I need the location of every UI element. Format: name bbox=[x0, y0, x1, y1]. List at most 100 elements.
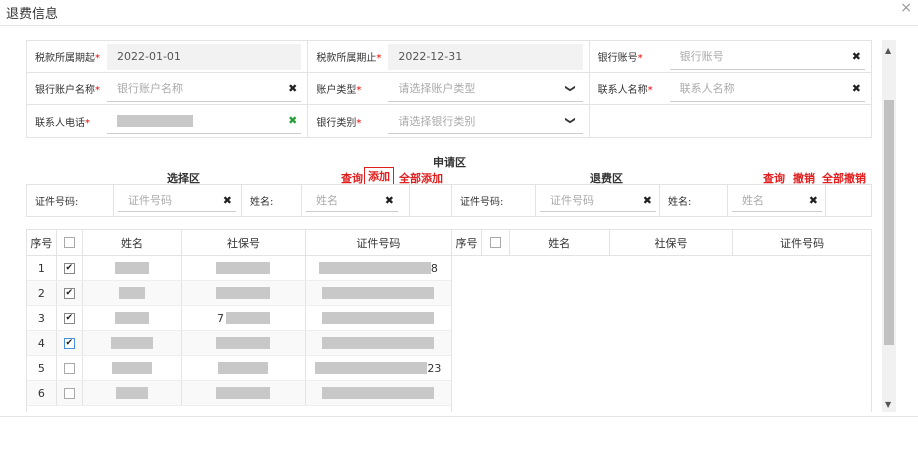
form-input[interactable]: 联系人名称 ✖ bbox=[669, 76, 865, 102]
form-label-text: 银行账户名称 bbox=[35, 85, 95, 96]
cert-cell: 23 bbox=[306, 356, 451, 380]
footer-divider bbox=[0, 416, 918, 417]
redacted-ssn bbox=[225, 312, 270, 324]
refund-name-label-cell: 姓名: bbox=[660, 185, 728, 216]
row-checkbox[interactable]: ✔ bbox=[63, 312, 75, 324]
select-all-checkbox[interactable] bbox=[489, 237, 501, 248]
table-row[interactable]: 6 bbox=[27, 381, 451, 406]
vertical-scrollbar[interactable]: ▲ ▼ bbox=[882, 40, 896, 412]
form-input[interactable]: 银行账号 ✖ bbox=[669, 44, 865, 70]
form-cell: 联系人名称* 联系人名称 ✖ bbox=[590, 73, 871, 104]
select-cert-input-cell: 证件号码 ✖ bbox=[114, 185, 242, 216]
row-checkbox[interactable] bbox=[63, 362, 75, 374]
form-input-value: 2022-12-31 bbox=[398, 50, 463, 63]
required-mark: * bbox=[647, 85, 653, 96]
redacted-cert bbox=[322, 337, 435, 349]
select-name-label: 姓名: bbox=[250, 197, 274, 208]
refund-cert-label-cell: 证件号码: bbox=[452, 185, 536, 216]
refund-table: 序号 姓名 社保号 证件号码 bbox=[452, 229, 872, 412]
row-checkbox[interactable]: ✔ bbox=[63, 287, 75, 299]
name-cell bbox=[83, 356, 183, 380]
redacted-name bbox=[115, 312, 149, 324]
row-checkbox-cell[interactable] bbox=[57, 356, 83, 380]
cert-cell: 8 bbox=[306, 256, 451, 280]
clear-icon[interactable]: ✖ bbox=[223, 194, 232, 207]
form-input: 2022-12-31 bbox=[388, 43, 583, 70]
refund-form: 税款所属期起* 2022-01-01 税款所属期止* 2022-12-31 银行账号* 银… bbox=[26, 40, 872, 138]
form-row: 银行账户名称 * 银行账户名称 ✖ 账户类型* 请选择账户类型 ❯ 联系人名称* 联系人名称 ✖ bbox=[27, 73, 871, 105]
select-all-checkbox[interactable] bbox=[63, 237, 75, 248]
required-mark: * bbox=[95, 53, 100, 64]
refund-name-placeholder: 姓名 bbox=[742, 194, 764, 207]
redacted-cert bbox=[322, 287, 435, 299]
clear-icon[interactable]: ✖ bbox=[385, 194, 394, 207]
clear-icon[interactable]: ✖ bbox=[809, 194, 818, 207]
scrollbar-thumb[interactable] bbox=[884, 100, 894, 345]
table-row[interactable]: 2 ✔ bbox=[27, 281, 451, 306]
form-label: 账户类型* bbox=[308, 81, 388, 96]
required-mark: * bbox=[376, 53, 382, 64]
form-cell: 联系人电话* ✖ bbox=[27, 105, 309, 137]
refund-cert-input[interactable]: 证件号码 ✖ bbox=[540, 190, 656, 212]
close-icon[interactable]: × bbox=[900, 0, 912, 16]
column-header[interactable] bbox=[57, 230, 83, 255]
form-input[interactable]: 请选择账户类型 ❯ bbox=[388, 76, 583, 102]
scroll-down-icon[interactable]: ▼ bbox=[885, 400, 891, 409]
row-checkbox[interactable] bbox=[63, 387, 75, 399]
search-spacer bbox=[410, 185, 452, 216]
form-row: 联系人电话* ✖ 银行类别* 请选择银行类别 ❯ bbox=[27, 105, 871, 137]
form-input-placeholder: 请选择银行类别 bbox=[398, 114, 476, 128]
clear-icon[interactable]: ✖ bbox=[852, 82, 861, 95]
row-checkbox-cell[interactable]: ✔ bbox=[57, 331, 83, 355]
column-header: 社保号 bbox=[610, 230, 734, 255]
row-checkbox[interactable]: ✔ bbox=[63, 262, 75, 274]
redacted-name bbox=[116, 387, 148, 399]
table-row[interactable]: 5 23 bbox=[27, 356, 451, 381]
scroll-up-icon[interactable]: ▲ bbox=[885, 46, 891, 55]
clear-icon[interactable]: ✖ bbox=[288, 82, 297, 95]
select-cert-label: 证件号码: bbox=[35, 197, 79, 208]
form-input: 2022-01-01 bbox=[107, 43, 302, 70]
column-header[interactable] bbox=[482, 230, 510, 255]
ssn-visible: 7 bbox=[216, 311, 224, 325]
select-name-label-cell: 姓名: bbox=[242, 185, 302, 216]
row-checkbox[interactable]: ✔ bbox=[63, 337, 75, 349]
column-header: 姓名 bbox=[510, 230, 610, 255]
refund-name-input[interactable]: 姓名 ✖ bbox=[732, 190, 822, 212]
table-row[interactable]: 4 ✔ bbox=[27, 331, 451, 356]
select-name-input-cell: 姓名 ✖ bbox=[302, 185, 410, 216]
row-number: 3 bbox=[27, 306, 57, 330]
column-header: 社保号 bbox=[182, 230, 306, 255]
form-label-text: 联系人电话 bbox=[35, 117, 85, 129]
title-divider bbox=[0, 25, 918, 26]
dialog-body[interactable]: 税款所属期起* 2022-01-01 税款所属期止* 2022-12-31 银行账号* 银… bbox=[0, 40, 878, 412]
form-input[interactable]: ✖ bbox=[107, 108, 302, 134]
select-cert-label-cell: 证件号码: bbox=[27, 185, 114, 216]
form-input[interactable]: 请选择银行类别 ❯ bbox=[388, 108, 583, 134]
select-name-input[interactable]: 姓名 ✖ bbox=[306, 190, 398, 212]
table-row[interactable]: 3 ✔ 7 bbox=[27, 306, 451, 331]
form-label: 联系人名称* bbox=[590, 81, 670, 96]
required-mark: * bbox=[637, 53, 643, 64]
name-cell bbox=[83, 306, 183, 330]
refund-cert-placeholder: 证件号码 bbox=[550, 194, 594, 207]
redacted-cert bbox=[322, 387, 435, 399]
select-add-link[interactable]: 添加 bbox=[364, 167, 394, 185]
chevron-down-icon[interactable]: ❯ bbox=[565, 84, 576, 92]
form-cell bbox=[590, 105, 871, 137]
select-cert-input[interactable]: 证件号码 ✖ bbox=[118, 190, 236, 212]
ssn-cell bbox=[182, 356, 306, 380]
form-label: 银行类别* bbox=[308, 114, 388, 129]
clear-icon[interactable]: ✖ bbox=[852, 50, 861, 63]
redacted-name bbox=[115, 262, 149, 274]
chevron-down-icon[interactable]: ❯ bbox=[565, 116, 576, 124]
form-cell: 银行账户名称* 银行账户名称 ✖ bbox=[27, 73, 309, 104]
row-checkbox-cell[interactable] bbox=[57, 381, 83, 405]
table-row[interactable]: 1 ✔ 8 bbox=[27, 256, 451, 281]
row-checkbox-cell[interactable]: ✔ bbox=[57, 306, 83, 330]
row-checkbox-cell[interactable]: ✔ bbox=[57, 256, 83, 280]
row-checkbox-cell[interactable]: ✔ bbox=[57, 281, 83, 305]
form-input[interactable]: 银行账户名称 ✖ bbox=[107, 76, 302, 102]
clear-icon[interactable]: ✖ bbox=[288, 114, 297, 127]
clear-icon[interactable]: ✖ bbox=[643, 194, 652, 207]
